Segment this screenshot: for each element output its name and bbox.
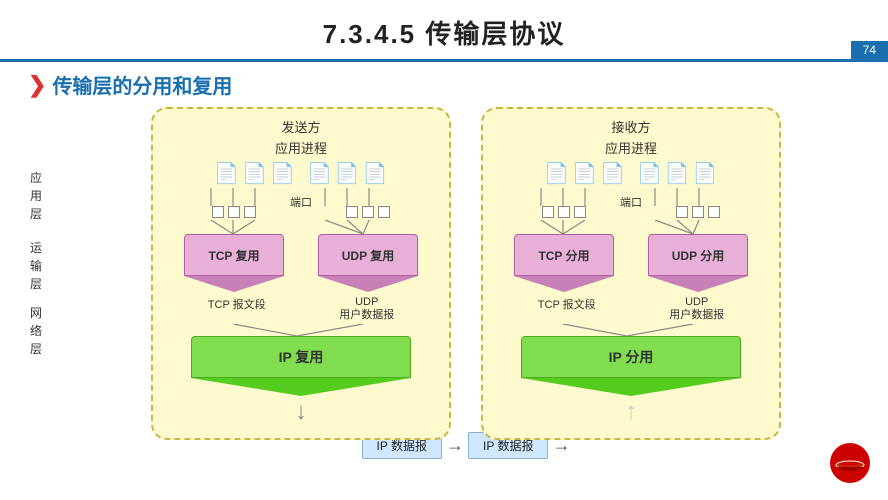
- receiver-tcp-funnel: TCP 分用: [514, 234, 614, 292]
- doc-icon-r1: 📄: [544, 161, 569, 186]
- receiver-port-group-left: [542, 206, 586, 218]
- side-labels: 应 用 层 运 输 层 网 络 层: [18, 107, 54, 361]
- sender-to-ip-connectors: [167, 324, 435, 336]
- r-port-box-2: [558, 206, 570, 218]
- r-port-box-3: [574, 206, 586, 218]
- r-port-box-5: [692, 206, 704, 218]
- receiver-tcp-segment-label: TCP 报文段: [538, 296, 596, 322]
- page-number: 74: [851, 41, 888, 59]
- receiver-ip-box: IP 分用: [497, 336, 765, 396]
- sender-ip-box: IP 复用: [167, 336, 435, 396]
- receiver-port-group-right: [676, 206, 720, 218]
- doc-icon-5: 📄: [335, 161, 360, 186]
- receiver-port-label: 端口: [620, 194, 642, 210]
- port-box-5: [362, 206, 374, 218]
- doc-icon-r5: 📄: [665, 161, 690, 186]
- receiver-doc-group-2: 📄 📄 📄: [637, 161, 718, 186]
- receiver-transport-row: TCP 分用 UDP 分用: [497, 234, 765, 292]
- receiver-udp-label: UDP 分用: [672, 247, 724, 264]
- doc-icon-r2: 📄: [572, 161, 597, 186]
- receiver-label: 接收方: [497, 117, 765, 136]
- sender-tcp-funnel: TCP 复用: [184, 234, 284, 292]
- receiver-ports-row: 端口: [497, 206, 765, 218]
- sender-udp-funnel: UDP 复用: [318, 234, 418, 292]
- network-layer-label: 网 络 层: [18, 301, 54, 361]
- receiver-udp-datagram-label: UDP 用户数据报: [669, 296, 724, 322]
- section-heading-text: 传输层的分用和复用: [52, 70, 232, 99]
- doc-icon-r4: 📄: [637, 161, 662, 186]
- doc-icon-r6: 📄: [693, 161, 718, 186]
- page-container: 7.3.4.5 传输层协议 74 ❯ 传输层的分用和复用 应 用 层 运 输 层…: [0, 0, 888, 500]
- receiver-udp-funnel: UDP 分用: [648, 234, 748, 292]
- right-arrow-icon: →: [446, 435, 464, 456]
- sender-doc-group-1: 📄 📄 📄: [214, 161, 295, 186]
- sender-tcp-label: TCP 复用: [208, 247, 259, 264]
- redhat-logo: [828, 441, 872, 490]
- port-box-1: [212, 206, 224, 218]
- sender-sublabel: 应用进程: [167, 138, 435, 157]
- port-box-2: [228, 206, 240, 218]
- sender-port-group-left: [212, 206, 256, 218]
- sender-udp-label: UDP 复用: [342, 247, 394, 264]
- sender-tcp-segment-label: TCP 报文段: [208, 296, 266, 322]
- sender-transport-row: TCP 复用 UDP 复用: [167, 234, 435, 292]
- receiver-arrow-up: ↑: [497, 398, 765, 426]
- receiver-tcp-label: TCP 分用: [538, 247, 589, 264]
- sender-arrow-down: ↓: [167, 398, 435, 426]
- receiver-doc-group-1: 📄 📄 📄: [544, 161, 625, 186]
- sender-port-label: 端口: [290, 194, 312, 210]
- doc-icon-6: 📄: [363, 161, 388, 186]
- header-title: 7.3.4.5 传输层协议: [323, 19, 566, 49]
- sender-connectors-to-funnels: [167, 220, 435, 234]
- doc-icon-2: 📄: [242, 161, 267, 186]
- sender-diagram: 发送方 应用进程 📄 📄 📄 📄 📄 📄: [151, 107, 451, 440]
- sender-ports-row: 端口: [167, 206, 435, 218]
- sender-doc-row: 📄 📄 📄 📄 📄 📄: [167, 161, 435, 186]
- sender-port-group-right: [346, 206, 390, 218]
- doc-icon-1: 📄: [214, 161, 239, 186]
- doc-icon-4: 📄: [307, 161, 332, 186]
- main-layout: 应 用 层 运 输 层 网 络 层 发送方 应用进程 📄 📄 📄: [0, 107, 888, 440]
- diagrams-area: 发送方 应用进程 📄 📄 📄 📄 📄 📄: [54, 107, 878, 440]
- sender-label: 发送方: [167, 117, 435, 136]
- sender-doc-group-2: 📄 📄 📄: [307, 161, 388, 186]
- receiver-sublabel: 应用进程: [497, 138, 765, 157]
- section-arrow-icon: ❯: [28, 72, 46, 98]
- sender-ip-label: IP 复用: [279, 347, 324, 367]
- port-box-6: [378, 206, 390, 218]
- header: 7.3.4.5 传输层协议 74: [0, 0, 888, 62]
- sender-arrow-labels: TCP 报文段 UDP 用户数据报: [167, 296, 435, 322]
- receiver-diagram: 接收方 应用进程 📄 📄 📄 📄 📄 📄: [481, 107, 781, 440]
- receiver-arrow-labels: TCP 报文段 UDP 用户数据报: [497, 296, 765, 322]
- receiver-to-ip-connectors: [497, 324, 765, 336]
- r-port-box-4: [676, 206, 688, 218]
- section-heading: ❯ 传输层的分用和复用: [0, 62, 888, 107]
- receiver-connectors-to-funnels: [497, 220, 765, 234]
- doc-icon-3: 📄: [270, 161, 295, 186]
- sender-udp-datagram-label: UDP 用户数据报: [339, 296, 394, 322]
- transport-layer-label: 运 输 层: [18, 231, 54, 301]
- port-box-3: [244, 206, 256, 218]
- receiver-ip-label: IP 分用: [609, 347, 654, 367]
- doc-icon-r3: 📄: [600, 161, 625, 186]
- port-box-4: [346, 206, 358, 218]
- app-layer-label: 应 用 层: [18, 161, 54, 231]
- r-port-box-6: [708, 206, 720, 218]
- r-port-box-1: [542, 206, 554, 218]
- receiver-doc-row: 📄 📄 📄 📄 📄 📄: [497, 161, 765, 186]
